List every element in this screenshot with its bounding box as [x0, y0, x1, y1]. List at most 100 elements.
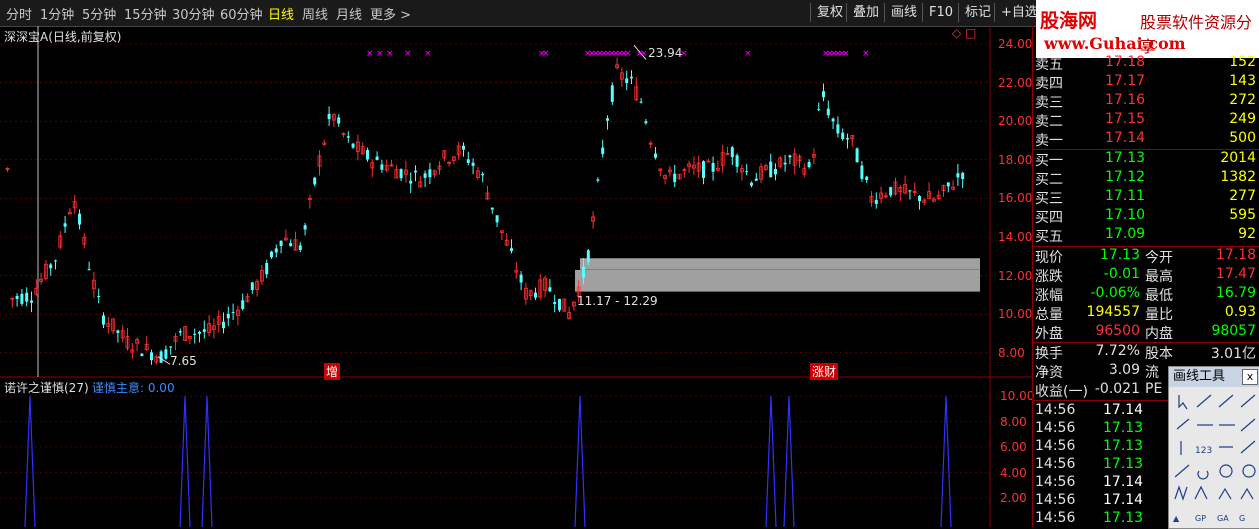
candle-body — [606, 118, 609, 121]
stat-row: 外盘 96500 内盘 98057 — [1033, 323, 1259, 342]
stat-value: 96500 — [1095, 323, 1140, 339]
high-price-label: 23.94 — [648, 46, 683, 60]
indicator-axis-tick: 4.00 — [1000, 465, 1027, 480]
candle-body — [788, 155, 792, 158]
info-value: 3.09 — [1108, 362, 1140, 378]
candle-body — [226, 313, 230, 319]
candle-body — [586, 250, 590, 263]
bid-volume: 595 — [1229, 207, 1256, 223]
signal-mark: × — [624, 49, 632, 59]
candle-body — [783, 162, 787, 165]
candle-body — [889, 187, 893, 196]
support-band — [580, 258, 980, 270]
info-value-2: 3.01亿 — [1210, 346, 1256, 362]
bid-price: 17.10 — [1105, 207, 1146, 223]
price-axis-tick: 24.00 — [998, 37, 1033, 51]
tab-monthly[interactable]: 月线 — [336, 4, 362, 23]
square-icon[interactable]: □ — [965, 26, 976, 40]
bid-row: 买一 17.13 2014 — [1033, 150, 1259, 169]
stat-value-2: 0.93 — [1224, 304, 1256, 320]
candle-body — [241, 300, 245, 309]
candle-body — [495, 215, 499, 223]
abc-tool-icon — [1240, 487, 1254, 500]
stat-row: 涨跌 -0.01 最高 17.47 — [1033, 266, 1259, 285]
tick-time: 14:56 — [1035, 438, 1076, 454]
price-axis-tick: 16.00 — [998, 191, 1033, 206]
price-range-label: 11.17 - 12.29 — [577, 294, 658, 308]
candle-body — [87, 268, 91, 270]
candle-body — [745, 171, 749, 173]
cycle-tool-icon — [1242, 464, 1256, 478]
candle-body — [414, 170, 417, 173]
ask-row: 卖四 17.17 143 — [1033, 73, 1259, 92]
info-value: -0.021 — [1094, 381, 1140, 397]
candle-body — [510, 248, 513, 252]
indicator-spike — [24, 395, 36, 527]
tick-row: 14:56 17.13 — [1033, 438, 1169, 457]
drawing-tools-panel[interactable]: 画线工具 x 123 ▲ GP GA G — [1168, 366, 1259, 529]
tab-60min[interactable]: 60分钟 — [220, 4, 263, 23]
adjust-button[interactable]: 复权 — [810, 3, 849, 22]
wave-tool-icon — [1174, 485, 1188, 501]
tab-15min[interactable]: 15分钟 — [124, 4, 167, 23]
tab-daily[interactable]: 日线 — [268, 4, 294, 23]
ask-volume: 152 — [1229, 54, 1256, 70]
tab-timeshare[interactable]: 分时 — [6, 4, 32, 23]
ask-volume: 249 — [1229, 111, 1256, 127]
channel-tool-icon — [1240, 418, 1256, 432]
price-axis-tick: 22.00 — [998, 75, 1033, 90]
chart-canvas[interactable]: × × × × × ×× ××××××××××× ×× × × ×××××× × — [0, 26, 1032, 527]
f10-button[interactable]: F10 — [922, 3, 959, 22]
mark-button[interactable]: 标记 — [958, 3, 997, 22]
ask-row: 卖五 17.18 152 — [1033, 54, 1259, 73]
candle-body — [918, 196, 921, 202]
candle-body — [222, 321, 225, 329]
candle-body — [351, 143, 355, 148]
candle-body — [428, 169, 432, 178]
candle-body — [548, 287, 552, 292]
tab-1min[interactable]: 1分钟 — [40, 4, 74, 23]
candle-body — [831, 118, 835, 122]
candle-body — [399, 169, 403, 179]
candle-body — [841, 132, 845, 140]
candle-body — [519, 274, 523, 283]
ask-label: 卖四 — [1035, 76, 1063, 92]
candle-body — [30, 300, 33, 303]
signal-mark: × — [366, 49, 374, 59]
candle-body — [553, 301, 557, 305]
draw-line-button[interactable]: 画线 — [884, 3, 923, 22]
stat-label-2: 最低 — [1145, 288, 1173, 304]
drawing-tools-grid[interactable]: 123 ▲ GP GA G — [1169, 387, 1259, 528]
candle-body — [380, 164, 384, 170]
candle-body — [534, 292, 537, 298]
tick-time: 14:56 — [1035, 456, 1076, 472]
stat-label: 涨幅 — [1035, 288, 1063, 304]
chart-area[interactable]: × × × × × × × × × × × × × × × × × × × × × × × × × × × × × 深深宝A(日线,前复… — [0, 26, 1034, 527]
tick-row: 14:56 17.13 — [1033, 510, 1169, 529]
info-label: 换手 — [1035, 346, 1063, 362]
stat-value: 194557 — [1086, 304, 1140, 320]
tick-time: 14:56 — [1035, 510, 1076, 526]
diamond-icon[interactable]: ◇ — [952, 26, 961, 40]
stat-row: 涨幅 -0.06% 最低 16.79 — [1033, 285, 1259, 304]
signal-mark: × — [386, 49, 394, 59]
signal-mark: × — [862, 49, 870, 59]
candle-body — [630, 76, 633, 79]
tick-time: 14:56 — [1035, 402, 1076, 418]
close-icon[interactable]: x — [1242, 369, 1258, 385]
tab-weekly[interactable]: 周线 — [302, 4, 328, 23]
candle-body — [711, 162, 715, 172]
tab-more[interactable]: 更多 > — [370, 4, 411, 23]
info-label: 收益(一) — [1035, 384, 1088, 400]
candle-body — [702, 161, 705, 179]
tab-30min[interactable]: 30分钟 — [172, 4, 215, 23]
candle-body — [956, 173, 960, 178]
ask-row: 卖二 17.15 249 — [1033, 111, 1259, 130]
overlay-button[interactable]: 叠加 — [846, 3, 885, 22]
bid-label: 买四 — [1035, 210, 1063, 226]
candle-body — [558, 298, 561, 311]
tab-5min[interactable]: 5分钟 — [82, 4, 116, 23]
candle-body — [481, 173, 485, 176]
candle-body — [289, 243, 293, 247]
candle-body — [313, 177, 317, 185]
